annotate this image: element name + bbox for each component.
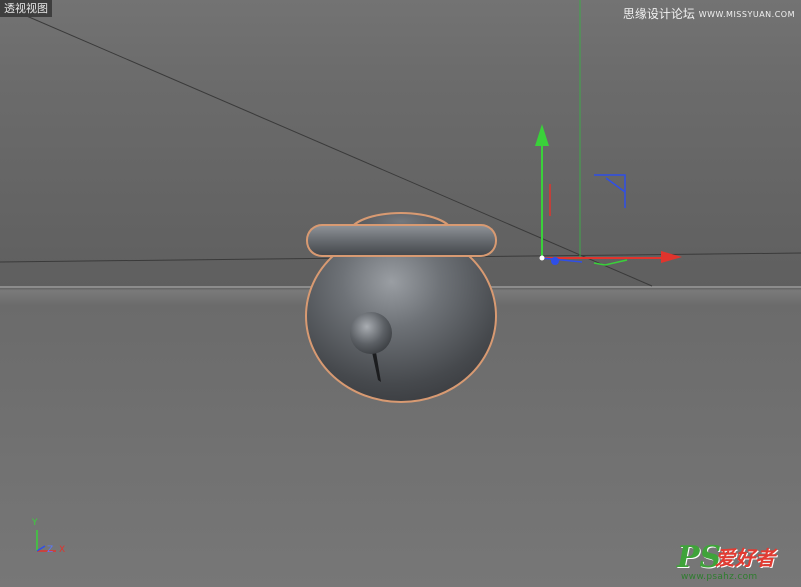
- bell-knob: [350, 312, 392, 354]
- bell-rim: [308, 226, 495, 255]
- axis-indicator-x-label: X: [59, 545, 66, 555]
- gizmo-z-handle[interactable]: [551, 257, 559, 265]
- viewport-scene[interactable]: [0, 0, 801, 587]
- view-name-label[interactable]: 透视视图: [0, 0, 52, 17]
- bell-object[interactable]: [305, 212, 497, 403]
- watermark-logo: PS 爱好者 www.psahz.com: [677, 543, 795, 585]
- watermark-top: 思缘设计论坛 WWW.MISSYUAN.COM: [623, 6, 795, 23]
- watermark-top-text: 思缘设计论坛: [622, 7, 695, 21]
- axis-indicator-z-label: Z: [47, 545, 54, 555]
- axis-indicator-y-label: Y: [32, 518, 38, 528]
- watermark-top-site: WWW.MISSYUAN.COM: [698, 10, 795, 19]
- gizmo-center[interactable]: [539, 255, 545, 261]
- 3d-viewport[interactable]: 透视视图 思缘设计论坛 WWW.MISSYUAN.COM Y Z X PS 爱好…: [0, 0, 801, 587]
- watermark-logo-cn: 爱好者: [715, 546, 775, 570]
- watermark-logo-url: www.psahz.com: [681, 572, 758, 582]
